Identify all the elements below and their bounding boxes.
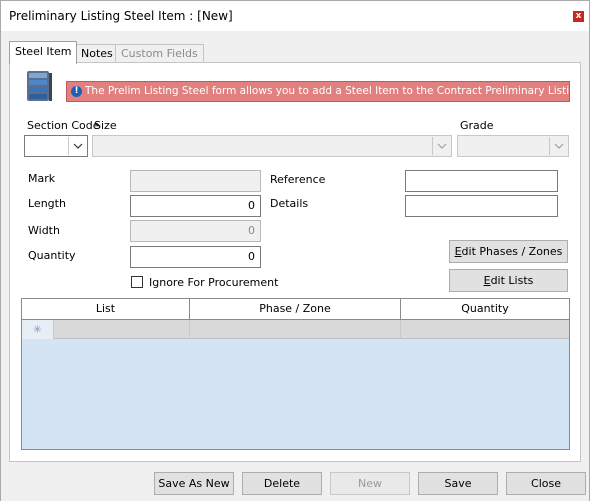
ignore-procurement-label: Ignore For Procurement xyxy=(149,276,279,289)
save-as-new-button[interactable]: Save As New xyxy=(154,472,234,495)
edit-lists-label: dit Lists xyxy=(490,274,534,287)
edit-lists-button[interactable]: Edit Lists xyxy=(449,269,568,292)
mark-label: Mark xyxy=(28,172,56,185)
column-header-phase-zone[interactable]: Phase / Zone xyxy=(190,299,401,319)
edit-lists-mnemonic: E xyxy=(483,274,491,287)
reference-label: Reference xyxy=(270,173,326,186)
ignore-procurement-checkbox[interactable] xyxy=(131,276,143,288)
grid-header: List Phase / Zone Quantity xyxy=(22,299,569,320)
info-banner-text: The Prelim Listing Steel form allows you… xyxy=(85,85,570,97)
edit-phases-zones-label: dit Phases / Zones xyxy=(461,245,563,258)
tab-notes[interactable]: Notes xyxy=(75,44,119,63)
chevron-down-icon xyxy=(68,137,86,155)
title-bar: Preliminary Listing Steel Item : [New] x xyxy=(1,1,589,31)
length-field[interactable]: 0 xyxy=(130,195,261,217)
section-code-label: Section Code xyxy=(27,119,100,132)
quantity-field[interactable]: 0 xyxy=(130,246,261,268)
mark-field[interactable] xyxy=(130,170,261,192)
window-title: Preliminary Listing Steel Item : [New] xyxy=(9,9,233,23)
grid-new-row[interactable]: ✳ xyxy=(22,320,569,339)
details-field[interactable] xyxy=(405,195,558,217)
tab-custom-fields[interactable]: Custom Fields xyxy=(115,44,204,63)
width-label: Width xyxy=(28,224,60,237)
column-header-quantity[interactable]: Quantity xyxy=(401,299,569,319)
size-dropdown[interactable] xyxy=(92,135,452,157)
close-window-button[interactable]: x xyxy=(573,11,584,22)
column-header-list[interactable]: List xyxy=(22,299,190,319)
save-button[interactable]: Save xyxy=(418,472,498,495)
info-banner: ! The Prelim Listing Steel form allows y… xyxy=(66,81,570,102)
new-row-indicator-icon: ✳ xyxy=(22,320,54,339)
tab-steel-item[interactable]: Steel Item xyxy=(9,41,78,64)
new-button[interactable]: New xyxy=(330,472,410,495)
chevron-down-icon xyxy=(432,137,450,155)
edit-phases-zones-mnemonic: E xyxy=(454,245,462,258)
quantity-label: Quantity xyxy=(28,249,76,262)
grade-dropdown[interactable] xyxy=(457,135,569,157)
new-row-quantity-cell[interactable] xyxy=(401,320,569,339)
details-label: Details xyxy=(270,197,309,210)
chevron-down-icon xyxy=(549,137,567,155)
new-row-phase-zone-cell[interactable] xyxy=(190,320,401,339)
tab-strip: Steel Item Notes Custom Fields xyxy=(9,41,581,64)
reference-field[interactable] xyxy=(405,170,558,192)
section-code-dropdown[interactable] xyxy=(24,135,88,157)
width-field[interactable]: 0 xyxy=(130,220,261,242)
edit-phases-zones-button[interactable]: Edit Phases / Zones xyxy=(449,240,568,263)
size-label: Size xyxy=(94,119,117,132)
close-button[interactable]: Close xyxy=(506,472,586,495)
dialog-window: Preliminary Listing Steel Item : [New] x… xyxy=(0,0,590,501)
length-label: Length xyxy=(28,197,66,210)
lists-grid[interactable]: List Phase / Zone Quantity ✳ xyxy=(21,298,570,450)
delete-button[interactable]: Delete xyxy=(242,472,322,495)
info-icon: ! xyxy=(71,86,82,97)
database-stack-icon xyxy=(27,71,52,101)
new-row-list-cell[interactable] xyxy=(54,320,190,339)
grade-label: Grade xyxy=(460,119,494,132)
